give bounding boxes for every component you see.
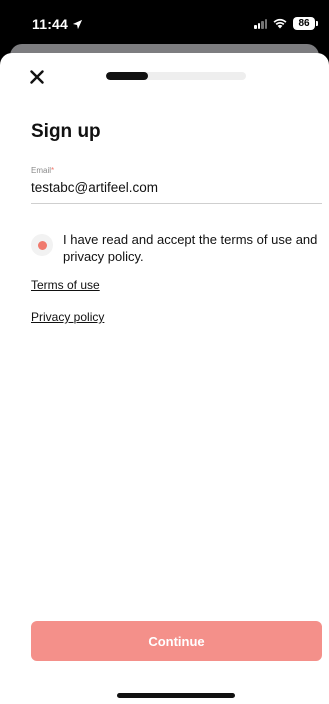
signup-sheet: Sign up Email* I have read and accept th…	[0, 53, 329, 704]
progress-bar	[106, 72, 246, 80]
phone-screen: 11:44 86 Sign up Email* testabc@artifeel…	[0, 0, 329, 704]
wifi-icon	[273, 18, 287, 29]
email-field-group: Email*	[31, 166, 322, 204]
consent-radio[interactable]	[31, 234, 53, 256]
consent-row: I have read and accept the terms of use …	[31, 231, 323, 265]
email-label-text: Email	[31, 166, 52, 175]
close-button[interactable]	[26, 66, 48, 88]
status-time-group: 11:44	[32, 16, 83, 32]
progress-fill	[106, 72, 148, 80]
terms-of-use-link[interactable]: Terms of use	[31, 278, 100, 292]
email-label: Email*	[31, 166, 322, 175]
radio-dot	[37, 240, 47, 250]
location-arrow-icon	[72, 19, 83, 29]
privacy-policy-link[interactable]: Privacy policy	[31, 310, 104, 324]
status-bar: 11:44 86	[0, 0, 329, 44]
continue-button[interactable]: Continue	[31, 621, 322, 661]
status-icons: 86	[254, 17, 318, 30]
home-indicator	[117, 693, 235, 698]
status-time: 11:44	[32, 16, 69, 32]
signal-icon	[254, 18, 267, 29]
close-icon	[30, 70, 44, 84]
email-field[interactable]	[31, 180, 322, 204]
battery-icon: 86	[293, 17, 318, 30]
page-title: Sign up	[31, 121, 101, 142]
battery-level: 86	[298, 18, 310, 29]
sheet-header	[0, 53, 329, 97]
required-marker: *	[51, 166, 55, 175]
consent-text: I have read and accept the terms of use …	[63, 232, 318, 264]
